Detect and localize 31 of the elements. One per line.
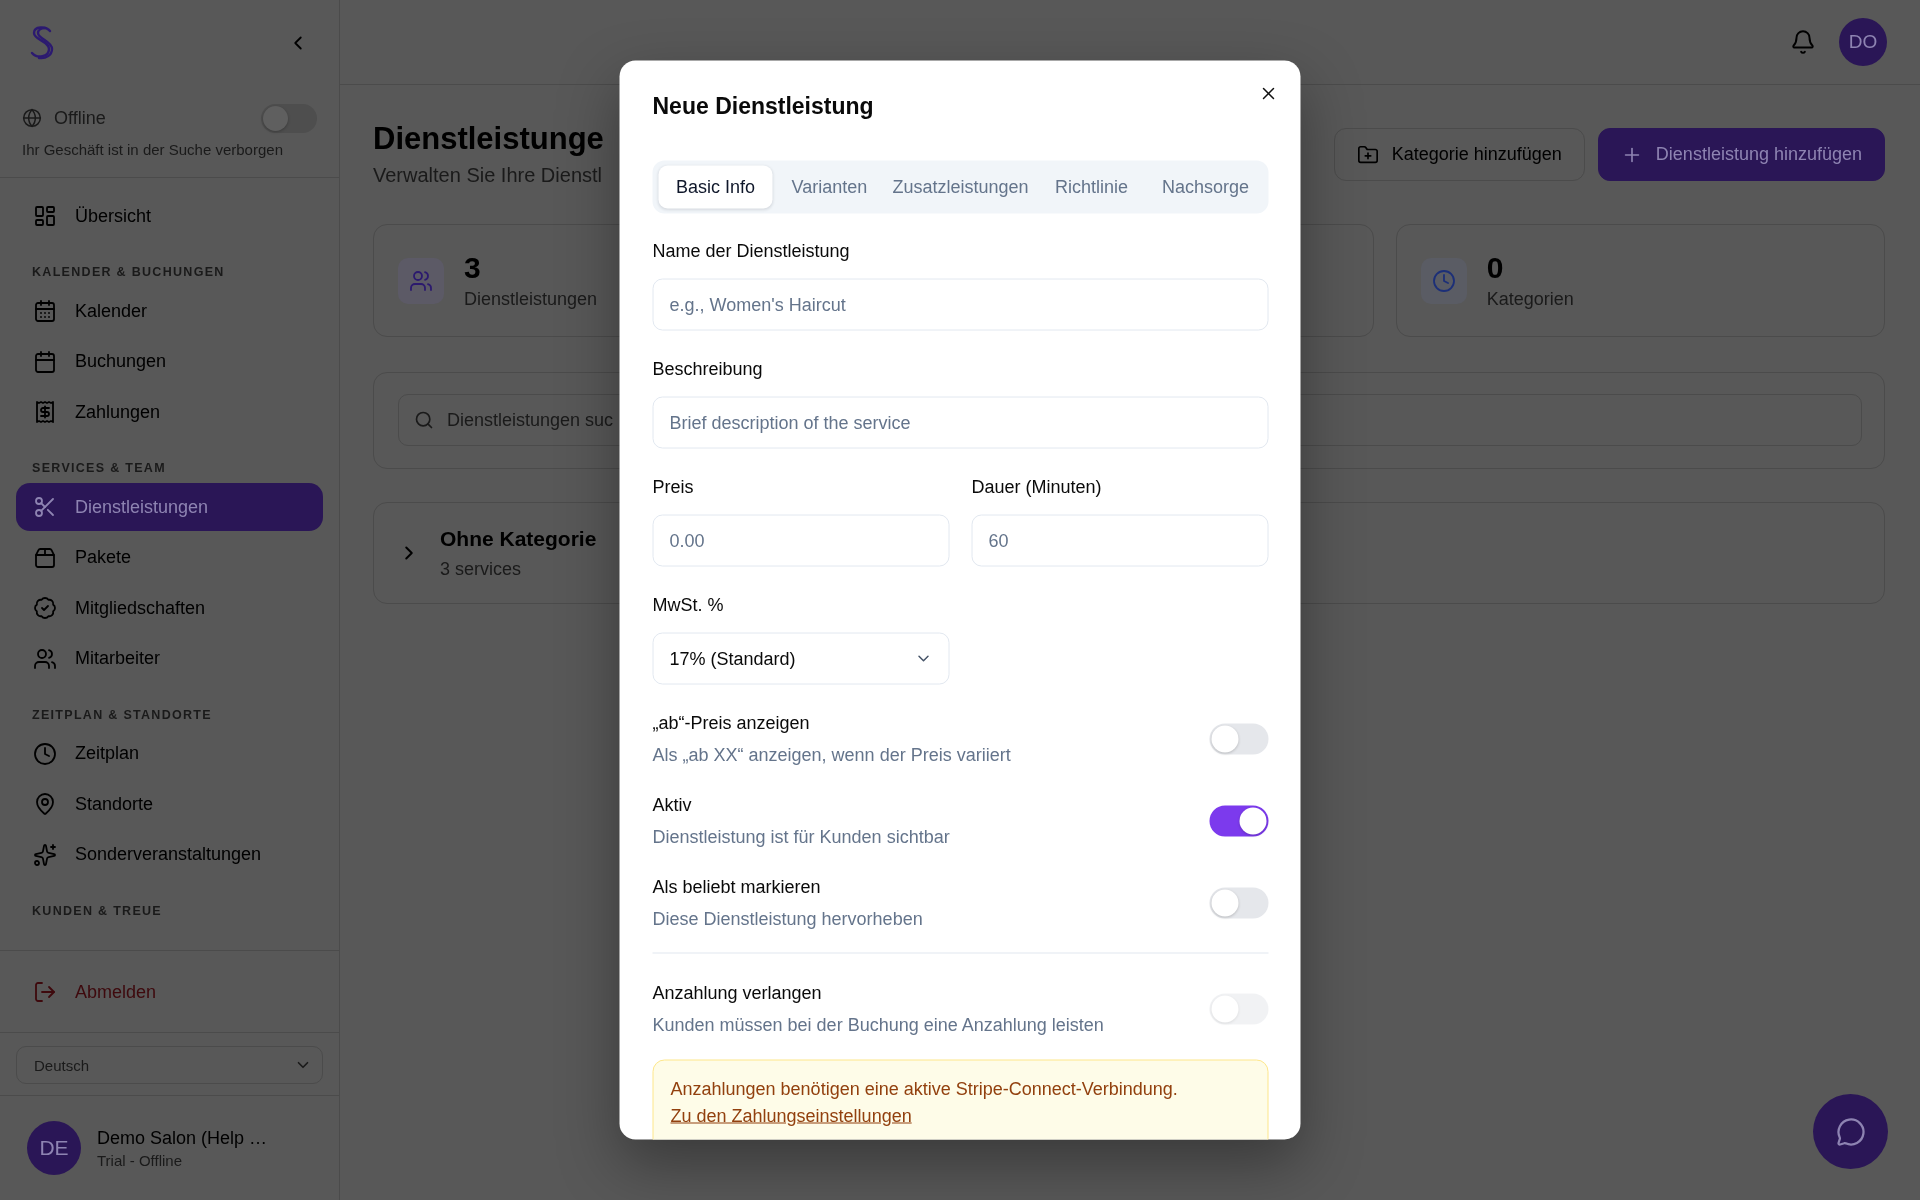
stat-label: Kategorien [1486,287,1574,310]
service-count: 3 services [440,558,523,580]
category-name: Ohne Kategorie [440,526,597,552]
nav-section-heading: KALENDER & BUCHUNGEN [32,264,226,280]
toggle-label: Als beliebt markieren [652,875,822,898]
account-name: Demo Salon (Help … [97,1126,268,1149]
stat-value: 3 [464,251,482,284]
page-subtitle: Verwalten Sie Ihre Dienstl [373,163,603,188]
stat-label: Dienstleistungen [464,287,598,310]
field-label: Preis [652,475,695,498]
alert-message: Anzahlungen benötigen eine aktive Stripe-Connect-Verbindung. Zu den Zahlungseinstellungen [670,1077,1179,1128]
nav-section-heading: SERVICES & TEAM [32,460,167,476]
page-title: Dienstleistunge [373,122,604,156]
dialog-title: Neue Dienstleistung [652,91,875,121]
status-label: Offline [54,107,106,129]
toggle-label: Anzahlung verlangen [652,981,823,1004]
toggle-description: Kunden müssen bei der Buchung eine Anzahlung leisten [652,1013,1104,1036]
toggle-description: Dienstleistung ist für Kunden sichtbar [652,825,950,848]
toggle-description: Als „ab XX“ anzeigen, wenn der Preis variiert [652,743,1011,766]
field-label: Name der Dienstleistung [652,239,851,262]
toggle-label: „ab“-Preis anzeigen [652,711,811,734]
nav-section-heading: KUNDEN & TREUE [32,902,163,919]
field-label: MwSt. % [652,593,725,616]
field-label: Beschreibung [652,357,764,380]
field-label: Dauer (Minuten) [971,475,1103,498]
stat-value: 0 [1486,251,1505,284]
toggle-description: Diese Dienstleistung hervorheben [652,907,923,930]
nav-section-heading: ZEITPLAN & STANDORTE [32,706,213,723]
account-status: Trial - Offline [97,1151,184,1170]
toggle-label: Aktiv [652,793,693,816]
status-description: Ihr Geschäft ist in der Suche verborgen [22,141,284,159]
